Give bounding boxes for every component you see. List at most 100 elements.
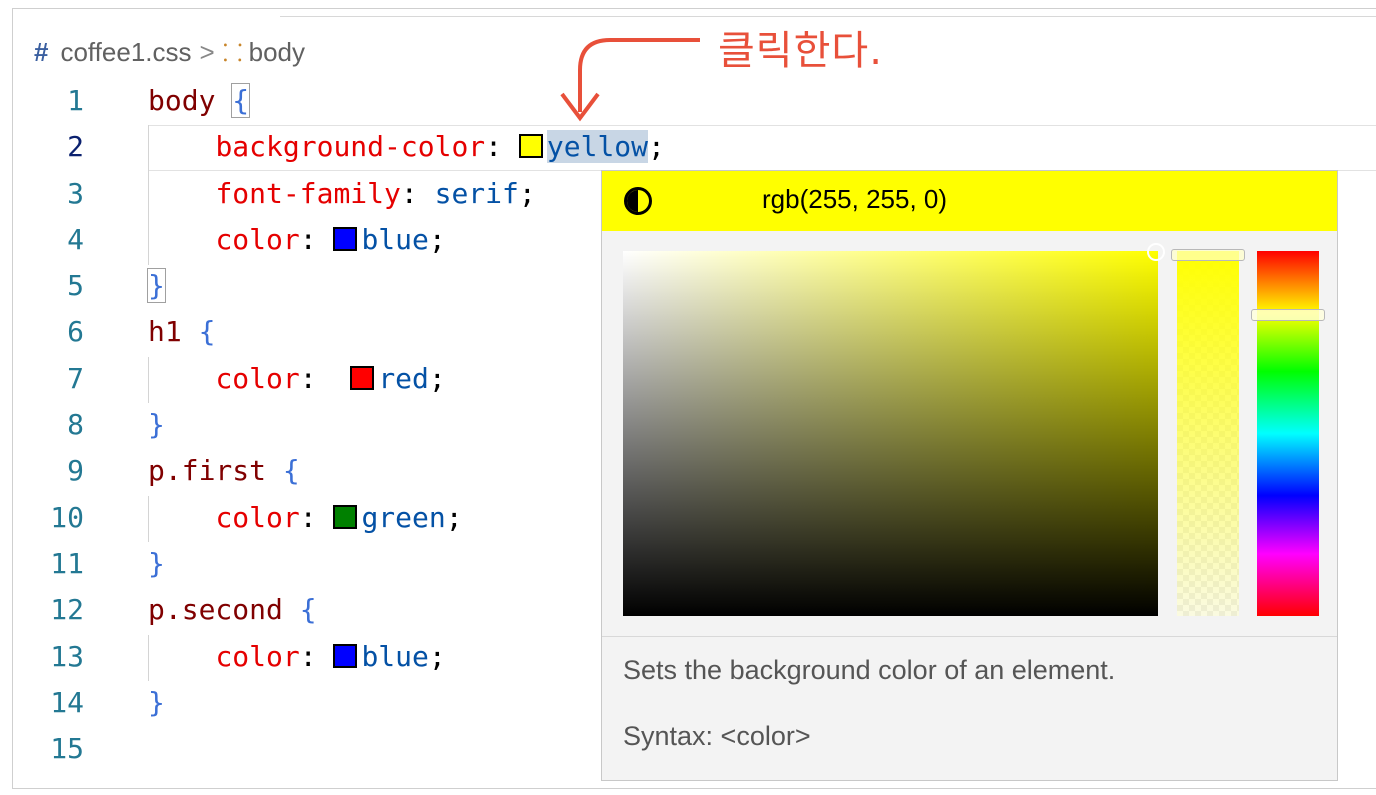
css-property: font-family <box>215 176 401 210</box>
line-text: p.first { <box>148 448 300 494</box>
color-swatch[interactable] <box>350 365 375 390</box>
code-line[interactable]: 11} <box>0 541 620 587</box>
line-text: p.second { <box>148 587 317 633</box>
code-line[interactable]: 7 color: red; <box>0 356 620 402</box>
line-text: color: blue; <box>148 217 446 263</box>
color-swatch[interactable] <box>333 643 358 668</box>
line-text: } <box>148 680 165 726</box>
color-value-label[interactable]: rgb(255, 255, 0) <box>762 184 947 215</box>
color-swatch[interactable] <box>518 134 543 159</box>
line-number: 6 <box>67 315 84 349</box>
property-syntax: Syntax: <color> <box>623 721 811 751</box>
css-brace: } <box>148 685 165 719</box>
code-line[interactable]: 12 p.second { <box>0 587 620 633</box>
colon: : <box>299 222 334 256</box>
breadcrumb-file[interactable]: coffee1.css <box>60 37 191 68</box>
css-value: serif <box>434 176 519 210</box>
code-line[interactable]: 9 p.first { <box>0 448 620 494</box>
colon: : <box>299 500 334 534</box>
css-property: color <box>215 639 300 673</box>
css-selector: body <box>148 84 233 117</box>
css-brace: { <box>282 454 300 488</box>
line-text: } <box>148 402 165 448</box>
line-number: 10 <box>50 500 84 534</box>
line-text: body { <box>148 78 251 124</box>
hue-strip[interactable] <box>1257 251 1319 616</box>
semicolon: ; <box>518 176 536 210</box>
code-line[interactable]: 3 font-family: serif; <box>0 171 620 217</box>
code-line[interactable]: 5} <box>0 263 620 309</box>
semicolon: ; <box>428 639 446 673</box>
colon: : <box>485 130 519 164</box>
property-description: Sets the background color of an element. <box>623 655 1116 685</box>
css-property: color <box>215 222 300 256</box>
line-number: 14 <box>50 685 84 719</box>
line-number: 4 <box>67 222 84 256</box>
css-selector-icon: ⸬ <box>222 39 243 67</box>
line-text: } <box>147 263 166 309</box>
line-text: color: red; <box>148 356 446 402</box>
css-value: red <box>378 361 429 395</box>
line-number: 8 <box>67 408 84 442</box>
color-swatch[interactable] <box>333 504 358 529</box>
code-line[interactable]: 4 color: blue; <box>0 217 620 263</box>
colon: : <box>299 639 334 673</box>
line-number: 3 <box>67 176 84 210</box>
css-file-icon: # <box>34 36 49 67</box>
line-number: 5 <box>67 269 84 303</box>
breadcrumb-symbol[interactable]: body <box>249 37 305 68</box>
line-text: color: blue; <box>148 634 446 680</box>
semicolon: ; <box>428 361 446 395</box>
opacity-slider-handle[interactable] <box>1171 249 1245 261</box>
line-number: 7 <box>67 361 84 395</box>
colon: : <box>299 361 334 395</box>
css-property: color <box>215 361 300 395</box>
editor-top-border <box>280 16 1376 17</box>
picker-divider <box>602 636 1337 637</box>
line-number: 12 <box>50 593 84 627</box>
css-brace: { <box>299 593 317 627</box>
css-brace: } <box>147 268 166 304</box>
breadcrumb-separator: > <box>199 36 215 67</box>
line-number: 11 <box>50 546 84 580</box>
code-line[interactable]: 14} <box>0 680 620 726</box>
color-picker-hover: rgb(255, 255, 0) Sets the background col… <box>601 170 1338 781</box>
code-line[interactable]: 6 h1 { <box>0 309 620 355</box>
saturation-handle[interactable] <box>1147 243 1165 261</box>
css-value: blue <box>361 639 429 673</box>
semicolon: ; <box>445 500 463 534</box>
code-line[interactable]: 2 background-color: yellow; <box>0 124 665 170</box>
line-number: 1 <box>67 84 84 117</box>
line-number: 9 <box>67 454 84 488</box>
code-editor[interactable]: 1 body {2 background-color: yellow; 3 font… <box>0 78 665 772</box>
css-property: color <box>215 500 300 534</box>
line-text: font-family: serif; <box>148 171 536 217</box>
line-number: 15 <box>50 732 84 766</box>
code-line[interactable]: 1 body { <box>0 78 620 124</box>
color-preview-header[interactable]: rgb(255, 255, 0) <box>602 171 1337 231</box>
css-selector: h1 <box>148 315 199 349</box>
css-brace: { <box>231 83 251 118</box>
code-line[interactable]: 8} <box>0 402 620 448</box>
line-text: h1 { <box>148 309 215 355</box>
semicolon: ; <box>428 222 446 256</box>
code-line[interactable]: 15 <box>0 726 620 772</box>
css-brace: } <box>148 408 165 442</box>
opacity-strip[interactable] <box>1177 251 1239 616</box>
code-line[interactable]: 10 color: green; <box>0 495 620 541</box>
line-text: background-color: yellow; <box>148 124 665 170</box>
line-number: 2 <box>67 130 84 164</box>
contrast-icon[interactable] <box>624 187 652 215</box>
color-swatch[interactable] <box>333 226 358 251</box>
css-value: yellow <box>546 130 649 164</box>
css-selector: p.second <box>148 593 300 627</box>
css-property: background-color <box>215 130 486 164</box>
css-selector: p.first <box>148 454 283 488</box>
saturation-box[interactable] <box>623 251 1158 616</box>
code-line[interactable]: 13 color: blue; <box>0 634 620 680</box>
line-text: color: green; <box>148 495 463 541</box>
css-brace: { <box>198 315 216 349</box>
line-text: } <box>148 541 165 587</box>
breadcrumb: # coffee1.css > ⸬ body <box>34 34 305 70</box>
hue-slider-handle[interactable] <box>1251 309 1325 321</box>
